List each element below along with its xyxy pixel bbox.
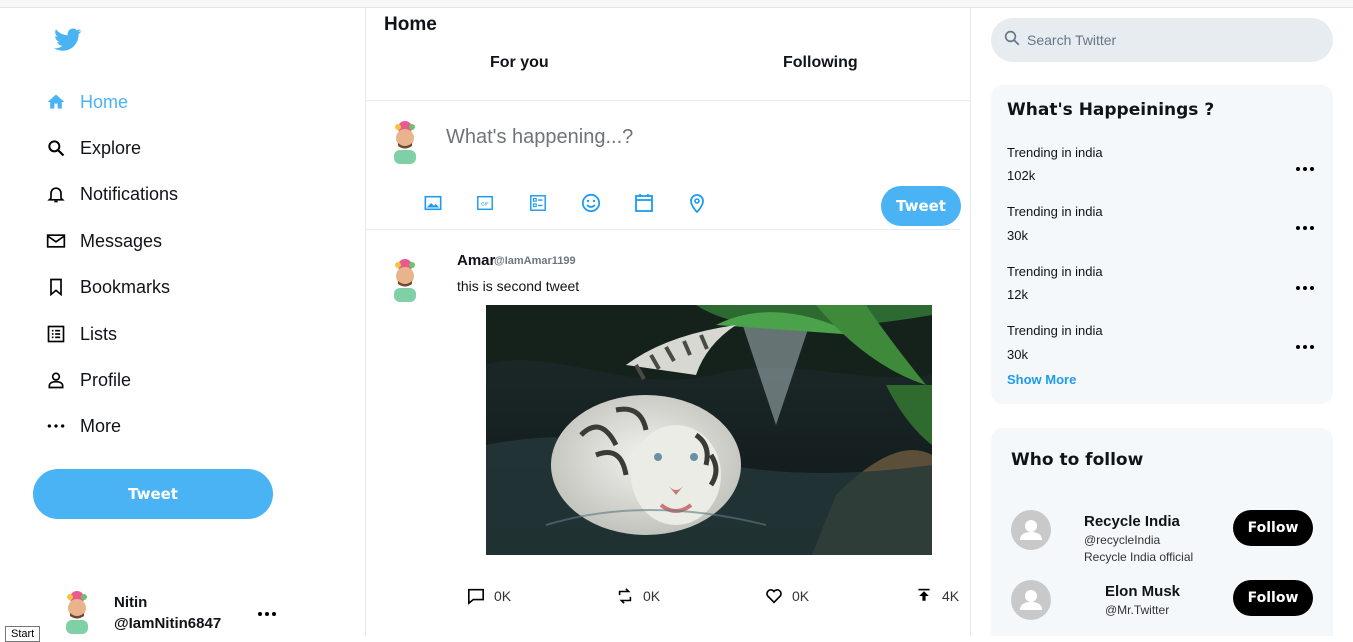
sidebar-item-label: Notifications [80,183,179,204]
like-action[interactable]: 0K [764,586,809,606]
trend-count: 30k [1007,228,1028,243]
start-tooltip: Start [5,626,41,642]
post-image[interactable] [486,305,932,555]
trend-label[interactable]: Trending in india [1007,264,1103,279]
trend-count: 102k [1007,168,1036,183]
sidebar-item-profile[interactable]: Profile [46,365,131,395]
more-horizontal-icon[interactable] [1295,337,1315,349]
sidebar-item-lists[interactable]: Lists [46,319,117,349]
tab-for-you[interactable]: For you [490,54,549,72]
suggested-user-name[interactable]: Elon Musk [1105,583,1180,600]
suggested-user-bio: Recycle India official [1084,550,1194,564]
follow-button[interactable]: Follow [1233,510,1313,546]
heart-icon [764,586,784,606]
svg-text:GIF: GIF [481,201,489,207]
retweet-icon [615,586,635,606]
sidebar-item-label: Bookmarks [80,276,171,297]
schedule-calendar-icon[interactable] [633,192,655,214]
browser-top-strip [0,0,1353,8]
divider [366,100,970,101]
emoji-icon[interactable] [580,192,602,214]
sidebar-item-label: Profile [80,369,132,390]
trend-count: 30k [1007,347,1028,362]
follow-button[interactable]: Follow [1233,580,1313,616]
more-horizontal-icon[interactable] [1295,159,1315,171]
sidebar-item-label: More [80,415,122,436]
avatar[interactable] [60,590,94,634]
compose-input[interactable] [446,126,866,149]
twitter-logo-icon[interactable] [54,28,82,52]
search-icon [46,138,66,158]
sidebar-item-messages[interactable]: Messages [46,226,162,256]
suggested-user-name[interactable]: Recycle India [1084,513,1180,530]
poll-icon[interactable] [527,192,549,214]
tab-following[interactable]: Following [783,54,858,72]
more-horizontal-icon [46,416,66,436]
sidebar-item-label: Lists [80,323,118,344]
show-more-link[interactable]: Show More [1007,372,1076,387]
post-author-handle[interactable]: @IamAmar1199 [494,255,576,267]
sidebar-item-bookmarks[interactable]: Bookmarks [46,272,170,302]
gif-icon[interactable]: GIF [474,192,496,214]
trend-label[interactable]: Trending in india [1007,145,1103,160]
location-pin-icon[interactable] [686,192,708,214]
reply-icon [466,586,486,606]
current-user-name: Nitin [114,594,148,611]
sidebar-item-home[interactable]: Home [46,87,128,117]
post-text: this is second tweet [457,278,580,294]
account-more-icon[interactable] [257,604,277,616]
avatar[interactable] [1011,510,1051,550]
like-count: 0K [792,588,810,604]
bell-icon [46,184,66,204]
avatar [388,120,422,169]
sidebar-item-explore[interactable]: Explore [46,133,141,163]
mail-icon [46,231,66,251]
sidebar: Home Explore Notifications Messages Book… [0,8,365,642]
post-author-name[interactable]: Amar [457,252,495,269]
search-input[interactable] [1027,32,1307,48]
reply-count: 0K [494,588,512,604]
trend-count: 12k [1007,287,1028,302]
trend-label[interactable]: Trending in india [1007,204,1103,219]
sidebar-item-label: Home [80,91,129,112]
avatar[interactable] [1011,580,1051,620]
trends-panel: What's Happeinings ? Trending in india 1… [991,85,1333,404]
who-to-follow-panel: Who to follow Recycle India @recycleIndi… [991,428,1333,636]
share-upload-icon [914,586,934,606]
sidebar-item-label: Explore [80,137,142,158]
search-icon [1003,29,1021,52]
sidebar-item-notifications[interactable]: Notifications [46,179,178,209]
share-count: 4K [942,588,960,604]
reply-action[interactable]: 0K [466,586,511,606]
divider [366,229,960,230]
sidebar-item-label: Messages [80,230,163,251]
trends-title: What's Happeinings ? [1007,100,1215,120]
current-user-handle: @IamNitin6847 [114,615,222,632]
suggested-user-handle: @recycleIndia [1084,533,1161,547]
who-to-follow-title: Who to follow [1011,450,1144,470]
image-icon[interactable] [422,192,444,214]
main-feed: Home For you Following GIF Tweet Amar [365,8,971,636]
share-action[interactable]: 4K [914,586,959,606]
trend-label[interactable]: Trending in india [1007,323,1103,338]
person-icon [46,370,66,390]
sidebar-item-more[interactable]: More [46,411,121,441]
tweet-button[interactable]: Tweet [33,469,273,519]
page-title: Home [384,14,437,35]
bookmark-icon [46,277,66,297]
suggested-user-handle: @Mr.Twitter [1105,603,1170,617]
retweet-count: 0K [643,588,661,604]
search-bar[interactable] [991,18,1333,62]
list-icon [46,324,66,344]
more-horizontal-icon[interactable] [1295,218,1315,230]
more-horizontal-icon[interactable] [1295,278,1315,290]
avatar[interactable] [388,258,422,307]
home-icon [46,92,66,112]
compose-tweet-button[interactable]: Tweet [881,186,961,226]
retweet-action[interactable]: 0K [615,586,660,606]
